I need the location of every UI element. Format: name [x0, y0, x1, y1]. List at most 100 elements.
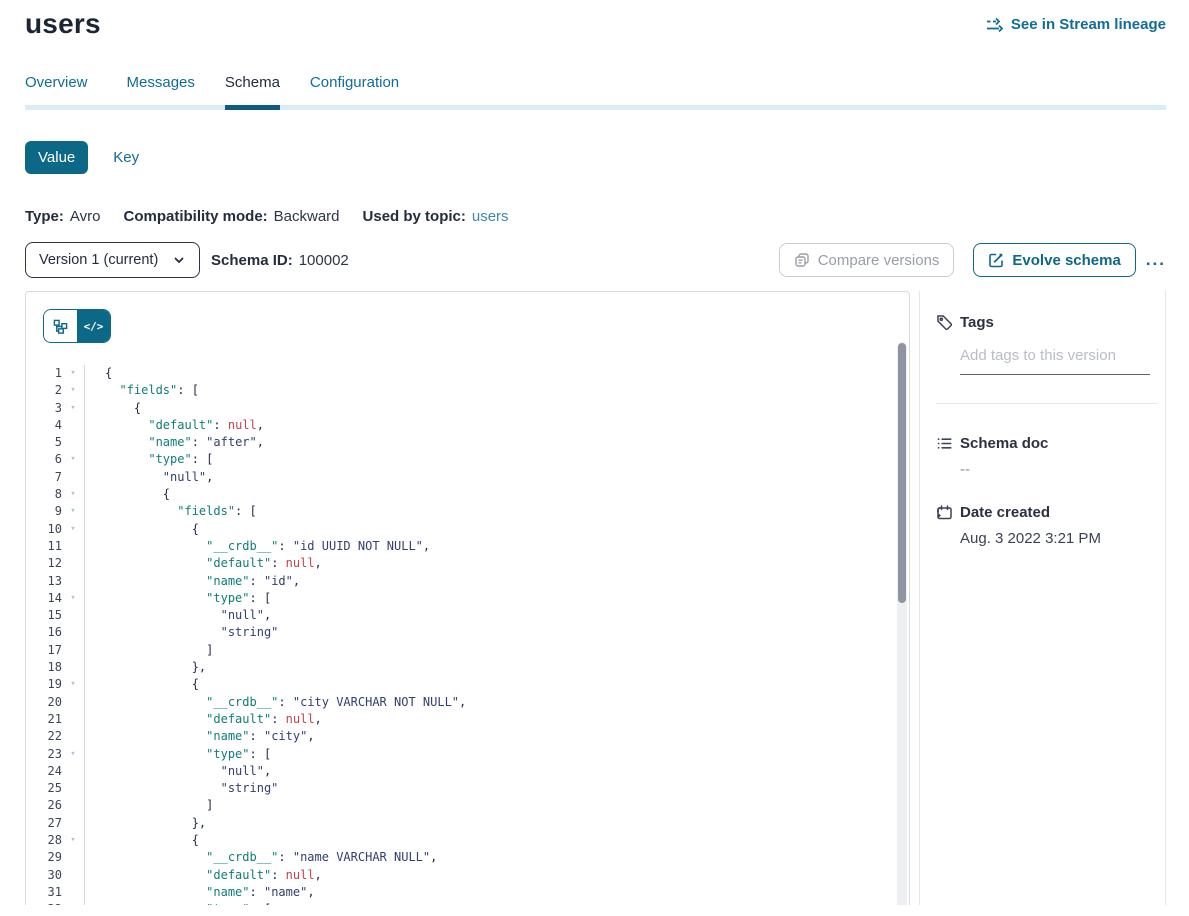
- tab-schema[interactable]: Schema: [225, 74, 280, 105]
- fold-toggle-icon[interactable]: ▾: [62, 503, 84, 520]
- line-number: 12: [26, 555, 62, 572]
- fold-gutter-empty: [62, 469, 84, 486]
- fold-gutter-empty: [62, 780, 84, 797]
- fold-toggle-icon[interactable]: ▾: [62, 451, 84, 468]
- stream-lineage-link[interactable]: See in Stream lineage: [986, 16, 1166, 33]
- editor-scrollbar-thumb[interactable]: [898, 343, 906, 603]
- code-line-text: "fields": [: [85, 503, 257, 520]
- value-key-toggle: Value Key: [25, 141, 1166, 174]
- code-line: 1▾{: [26, 365, 909, 382]
- fold-toggle-icon[interactable]: ▾: [62, 486, 84, 503]
- code-line-text: "default": null,: [85, 711, 322, 728]
- calendar-plus-icon: [936, 504, 953, 521]
- code-line: 27 },: [26, 815, 909, 832]
- line-number: 8: [26, 486, 62, 503]
- tree-view-icon: [53, 319, 68, 334]
- tag-icon: [936, 314, 953, 331]
- fold-toggle-icon[interactable]: ▾: [62, 590, 84, 607]
- code-view-button[interactable]: </>: [77, 310, 110, 342]
- tags-input[interactable]: [960, 347, 1150, 375]
- code-line: 6▾ "type": [: [26, 451, 909, 468]
- fold-gutter-empty: [62, 867, 84, 884]
- value-toggle-button[interactable]: Value: [25, 141, 88, 174]
- fold-toggle-icon[interactable]: ▾: [62, 521, 84, 538]
- compare-versions-label: Compare versions: [818, 252, 940, 269]
- code-line: 14▾ "type": [: [26, 590, 909, 607]
- code-line-text: "null",: [85, 763, 271, 780]
- code-line: 18 },: [26, 659, 909, 676]
- fold-toggle-icon[interactable]: ▾: [62, 676, 84, 693]
- code-line-text: "fields": [: [85, 382, 199, 399]
- fold-gutter-empty: [62, 884, 84, 901]
- fold-toggle-icon[interactable]: ▾: [62, 832, 84, 849]
- line-number: 18: [26, 659, 62, 676]
- fold-gutter-empty: [62, 849, 84, 866]
- code-line: 31 "name": "name",: [26, 884, 909, 901]
- line-number: 27: [26, 815, 62, 832]
- code-line: 15 "null",: [26, 607, 909, 624]
- code-line: 10▾ {: [26, 521, 909, 538]
- line-number: 1: [26, 365, 62, 382]
- code-line: 26 ]: [26, 797, 909, 814]
- active-tab-indicator: [225, 105, 280, 110]
- code-line-text: "name": "after",: [85, 434, 264, 451]
- edit-icon: [988, 252, 1004, 268]
- tab-configuration[interactable]: Configuration: [310, 74, 399, 105]
- code-line-text: "name": "city",: [85, 728, 315, 745]
- code-line-text: {: [85, 365, 112, 382]
- line-number: 22: [26, 728, 62, 745]
- line-number: 9: [26, 503, 62, 520]
- schema-doc-value: --: [960, 461, 1149, 478]
- line-number: 17: [26, 642, 62, 659]
- code-line: 3▾ {: [26, 400, 909, 417]
- code-line-text: "__crdb__": "city VARCHAR NOT NULL",: [85, 694, 466, 711]
- line-number: 19: [26, 676, 62, 693]
- fold-toggle-icon[interactable]: ▾: [62, 400, 84, 417]
- line-number: 24: [26, 763, 62, 780]
- evolve-schema-button[interactable]: Evolve schema: [973, 243, 1135, 277]
- fold-gutter-empty: [62, 815, 84, 832]
- fold-toggle-icon[interactable]: ▾: [62, 365, 84, 382]
- tab-messages[interactable]: Messages: [127, 74, 195, 105]
- fold-toggle-icon[interactable]: ▾: [62, 746, 84, 763]
- compare-versions-button[interactable]: Compare versions: [779, 243, 955, 277]
- tree-view-button[interactable]: [44, 310, 77, 342]
- line-number: 20: [26, 694, 62, 711]
- code-line-text: "type": [: [85, 901, 271, 905]
- schema-doc-title: Schema doc: [960, 435, 1048, 452]
- code-line: 22 "name": "city",: [26, 728, 909, 745]
- tab-overview[interactable]: Overview: [25, 74, 88, 105]
- key-toggle-button[interactable]: Key: [113, 149, 139, 166]
- line-number: 30: [26, 867, 62, 884]
- fold-toggle-icon[interactable]: ▾: [62, 901, 84, 905]
- line-number: 31: [26, 884, 62, 901]
- more-actions-button[interactable]: ...: [1146, 250, 1166, 270]
- code-line-text: {: [85, 486, 170, 503]
- code-line: 20 "__crdb__": "city VARCHAR NOT NULL",: [26, 694, 909, 711]
- fold-gutter-empty: [62, 555, 84, 572]
- evolve-schema-label: Evolve schema: [1012, 252, 1120, 269]
- code-line-text: "type": [: [85, 451, 213, 468]
- sidebar-divider: [936, 403, 1157, 404]
- line-number: 5: [26, 434, 62, 451]
- line-number: 26: [26, 797, 62, 814]
- line-number: 3: [26, 400, 62, 417]
- code-line-text: "string": [85, 780, 278, 797]
- code-line-text: {: [85, 832, 199, 849]
- code-line-text: ]: [85, 642, 213, 659]
- code-line-text: },: [85, 815, 206, 832]
- line-number: 6: [26, 451, 62, 468]
- stream-lineage-label: See in Stream lineage: [1011, 16, 1166, 33]
- topic-link[interactable]: users: [472, 208, 509, 225]
- version-select[interactable]: Version 1 (current): [25, 242, 200, 278]
- fold-gutter-empty: [62, 763, 84, 780]
- line-number: 13: [26, 573, 62, 590]
- code-editor[interactable]: 1▾{2▾ "fields": [3▾ {4 "default": null,5…: [26, 365, 909, 905]
- fold-toggle-icon[interactable]: ▾: [62, 382, 84, 399]
- version-select-value: Version 1 (current): [39, 252, 158, 268]
- code-line: 30 "default": null,: [26, 867, 909, 884]
- code-line-text: "name": "id",: [85, 573, 300, 590]
- fold-gutter-empty: [62, 538, 84, 555]
- code-line: 21 "default": null,: [26, 711, 909, 728]
- page-title: users: [25, 8, 101, 40]
